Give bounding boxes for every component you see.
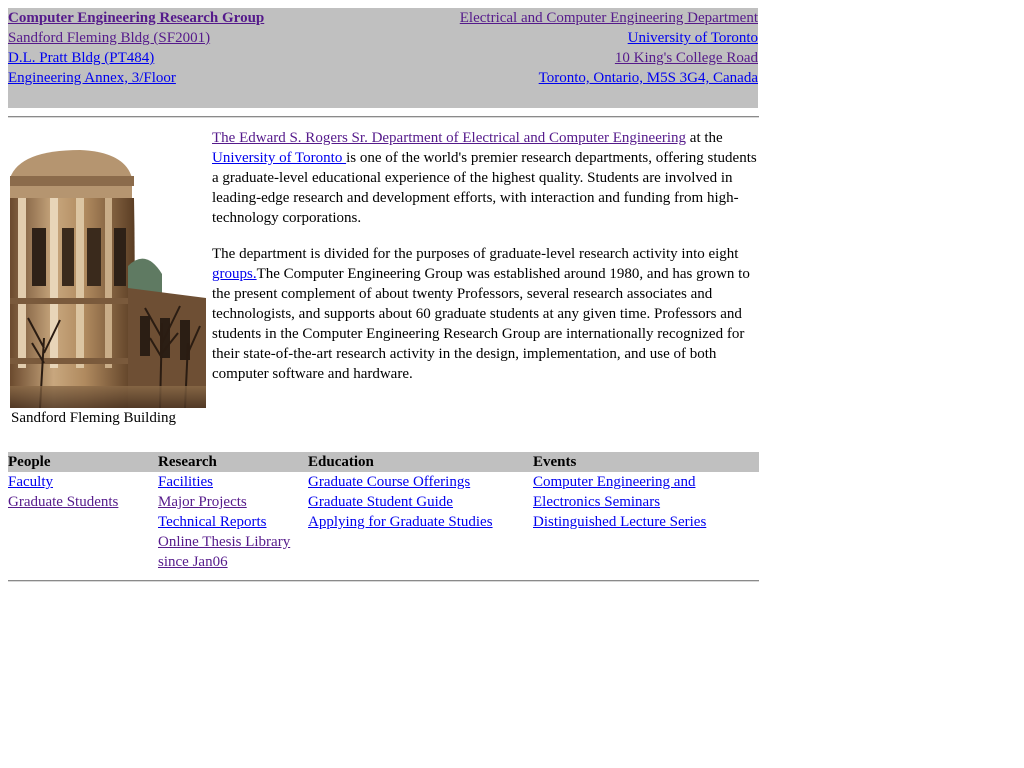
graduate-course-offerings-link[interactable]: Graduate Course Offerings (308, 472, 493, 492)
engineering-annex-link[interactable]: Engineering Annex, 3/Floor (8, 70, 176, 86)
graduate-students-link[interactable]: Graduate Students (8, 492, 118, 512)
ece-department-link[interactable]: Electrical and Computer Engineering Depa… (460, 10, 758, 26)
education-heading: Education (308, 454, 374, 470)
research-heading: Research (158, 454, 217, 470)
intro-text-fragment: The department is divided for the purpos… (212, 246, 739, 262)
building-photo-container (10, 148, 206, 408)
address-link[interactable]: 10 King's College Road (615, 50, 758, 66)
pratt-building-link[interactable]: D.L. Pratt Bldg (PT484) (8, 50, 154, 66)
events-heading: Events (533, 454, 577, 470)
people-column: Faculty Graduate Students (8, 472, 118, 512)
intro-paragraph-1: The Edward S. Rogers Sr. Department of E… (212, 128, 760, 228)
header-left-links: Computer Engineering Research Group Sand… (8, 8, 264, 88)
header-right-links: Electrical and Computer Engineering Depa… (460, 8, 758, 88)
nav-header-row: People Research Education Events (8, 452, 759, 472)
intro-text: The Edward S. Rogers Sr. Department of E… (212, 128, 760, 384)
graduate-student-guide-link[interactable]: Graduate Student Guide (308, 492, 493, 512)
university-link[interactable]: University of Toronto (628, 30, 758, 46)
photo-caption: Sandford Fleming Building (11, 410, 176, 426)
section-navigation: People Research Education Events Faculty… (8, 452, 759, 570)
groups-link[interactable]: groups. (212, 266, 257, 282)
sandford-fleming-link[interactable]: Sandford Fleming Bldg (SF2001) (8, 30, 210, 46)
top-divider (8, 116, 759, 118)
major-projects-link[interactable]: Major Projects (158, 492, 290, 512)
online-thesis-library-link[interactable]: Online Thesis Library (158, 532, 290, 552)
intro-text-fragment: at the (686, 130, 723, 146)
seminars-link-line-2[interactable]: Electronics Seminars (533, 492, 706, 512)
sandford-fleming-building-photo (10, 148, 206, 408)
city-link[interactable]: Toronto, Ontario, M5S 3G4, Canada (539, 70, 758, 86)
bottom-divider (8, 580, 759, 582)
university-of-toronto-link[interactable]: University of Toronto (212, 150, 346, 166)
seminars-link-line-1[interactable]: Computer Engineering and (533, 472, 706, 492)
events-column: Computer Engineering and Electronics Sem… (533, 472, 706, 532)
distinguished-lecture-series-link[interactable]: Distinguished Lecture Series (533, 512, 706, 532)
research-column: Facilities Major Projects Technical Repo… (158, 472, 290, 572)
rogers-department-link[interactable]: The Edward S. Rogers Sr. Department of E… (212, 130, 686, 146)
facilities-link[interactable]: Facilities (158, 472, 290, 492)
header-banner: Computer Engineering Research Group Sand… (8, 8, 758, 108)
intro-paragraph-2: The department is divided for the purpos… (212, 244, 760, 384)
applying-for-graduate-studies-link[interactable]: Applying for Graduate Studies (308, 512, 493, 532)
technical-reports-link[interactable]: Technical Reports (158, 512, 290, 532)
education-column: Graduate Course Offerings Graduate Stude… (308, 472, 493, 532)
intro-text-fragment: The Computer Engineering Group was estab… (212, 266, 750, 382)
thesis-since-jan06-link[interactable]: since Jan06 (158, 552, 290, 572)
faculty-link[interactable]: Faculty (8, 472, 118, 492)
people-heading: People (8, 454, 51, 470)
group-name-link[interactable]: Computer Engineering Research Group (8, 10, 264, 26)
